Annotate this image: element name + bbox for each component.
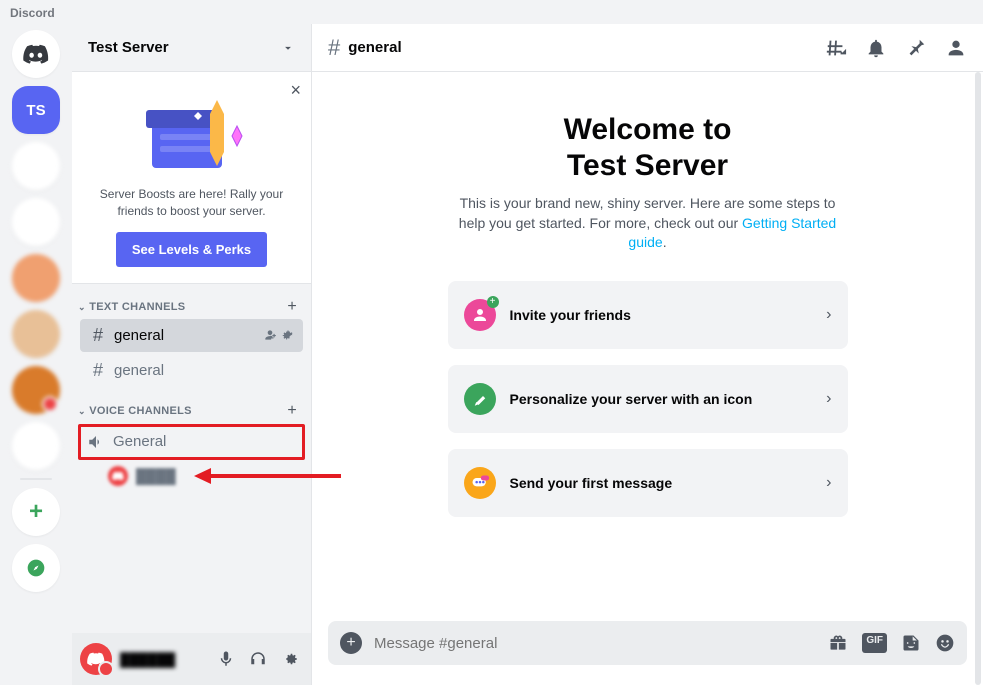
card-label: Invite your friends <box>510 307 813 323</box>
gift-icon[interactable] <box>828 633 848 653</box>
top-bar-icons <box>825 37 967 59</box>
server-pill[interactable] <box>12 254 60 302</box>
chat-icon <box>464 467 496 499</box>
channel-sidebar: Test Server × Server Boosts are he <box>72 24 312 685</box>
channel-label: general <box>114 362 164 379</box>
content-area: # general Welcome to Test Server This is… <box>312 24 983 685</box>
chevron-right-icon: › <box>826 390 831 408</box>
emoji-icon[interactable] <box>935 633 955 653</box>
hash-icon: # <box>88 360 108 381</box>
attach-icon[interactable]: + <box>340 632 362 654</box>
headphones-icon[interactable] <box>245 646 271 672</box>
compose-inner: + GIF <box>328 621 967 665</box>
voice-member[interactable]: ████ <box>72 462 311 490</box>
settings-gear-icon[interactable] <box>277 646 303 672</box>
member-name: ████ <box>136 468 176 484</box>
server-pill[interactable] <box>12 422 60 470</box>
scrollbar[interactable] <box>975 72 981 685</box>
gear-icon[interactable] <box>281 328 295 342</box>
server-name: Test Server <box>88 39 169 56</box>
channel-actions <box>263 328 295 342</box>
home-button[interactable] <box>12 30 60 78</box>
hash-icon: # <box>328 35 340 61</box>
main-layout: TS + Test Server × <box>0 24 983 685</box>
compose-icons: GIF <box>828 633 955 653</box>
welcome-subtitle: This is your brand new, shiny server. He… <box>458 194 838 253</box>
avatar-icon <box>108 466 128 486</box>
onboarding-cards: + Invite your friends › Personalize your… <box>448 281 848 517</box>
close-icon[interactable]: × <box>290 80 301 101</box>
annotation-highlight-box: General <box>78 424 305 460</box>
threads-icon[interactable] <box>825 37 847 59</box>
server-pill[interactable] <box>12 142 60 190</box>
server-pill[interactable] <box>12 366 60 414</box>
server-pill[interactable] <box>12 198 60 246</box>
invite-friends-card[interactable]: + Invite your friends › <box>448 281 848 349</box>
add-channel-icon[interactable]: + <box>287 402 303 420</box>
app-title: Discord <box>10 6 55 20</box>
text-channel-general-selected[interactable]: # general <box>80 319 303 352</box>
chevron-right-icon: › <box>826 306 831 324</box>
speaker-icon <box>87 433 107 451</box>
server-header[interactable]: Test Server <box>72 24 311 72</box>
mic-icon[interactable] <box>213 646 239 672</box>
chevron-right-icon: › <box>826 474 831 492</box>
user-avatar[interactable] <box>80 643 112 675</box>
discord-logo-icon <box>23 44 49 64</box>
boost-button[interactable]: See Levels & Perks <box>116 232 267 267</box>
invite-icon: + <box>464 299 496 331</box>
server-pill[interactable] <box>12 310 60 358</box>
chevron-down-icon <box>281 41 295 55</box>
server-separator <box>20 478 52 480</box>
boost-illustration <box>88 88 295 178</box>
compass-icon <box>26 558 46 578</box>
channel-title: general <box>348 39 401 56</box>
voice-channel-general[interactable]: General <box>81 427 302 457</box>
category-label: ⌄ VOICE CHANNELS <box>78 405 192 417</box>
channel-label: general <box>114 327 164 344</box>
members-icon[interactable] <box>945 37 967 59</box>
category-voice-channels[interactable]: ⌄ VOICE CHANNELS + <box>72 388 311 422</box>
welcome-area: Welcome to Test Server This is your bran… <box>312 72 983 621</box>
welcome-title: Welcome to Test Server <box>564 112 732 184</box>
category-text-channels[interactable]: ⌄ TEXT CHANNELS + <box>72 284 311 318</box>
user-controls <box>213 646 303 672</box>
pin-icon[interactable] <box>905 37 927 59</box>
message-input[interactable] <box>374 635 816 652</box>
user-panel: ██████ <box>72 633 311 685</box>
invite-icon[interactable] <box>263 328 277 342</box>
gif-icon[interactable]: GIF <box>862 633 887 653</box>
channel-top-bar: # general <box>312 24 983 72</box>
explore-servers-button[interactable] <box>12 544 60 592</box>
card-label: Send your first message <box>510 475 813 491</box>
add-channel-icon[interactable]: + <box>287 298 303 316</box>
channel-label: General <box>113 433 166 450</box>
compose-bar: + GIF <box>312 621 983 685</box>
text-channel-general[interactable]: # general <box>80 354 303 387</box>
boost-text: Server Boosts are here! Rally your frien… <box>88 186 295 220</box>
paint-icon <box>464 383 496 415</box>
send-first-message-card[interactable]: Send your first message › <box>448 449 848 517</box>
user-name: ██████ <box>120 652 205 667</box>
sticker-icon[interactable] <box>901 633 921 653</box>
category-label: ⌄ TEXT CHANNELS <box>78 301 185 313</box>
hash-icon: # <box>88 325 108 346</box>
server-list: TS + <box>0 24 72 685</box>
card-label: Personalize your server with an icon <box>510 391 813 407</box>
boost-card: × Server Boosts are here! Rally your fri… <box>72 72 311 284</box>
bell-icon[interactable] <box>865 37 887 59</box>
server-pill-active[interactable]: TS <box>12 86 60 134</box>
personalize-server-card[interactable]: Personalize your server with an icon › <box>448 365 848 433</box>
add-server-button[interactable]: + <box>12 488 60 536</box>
